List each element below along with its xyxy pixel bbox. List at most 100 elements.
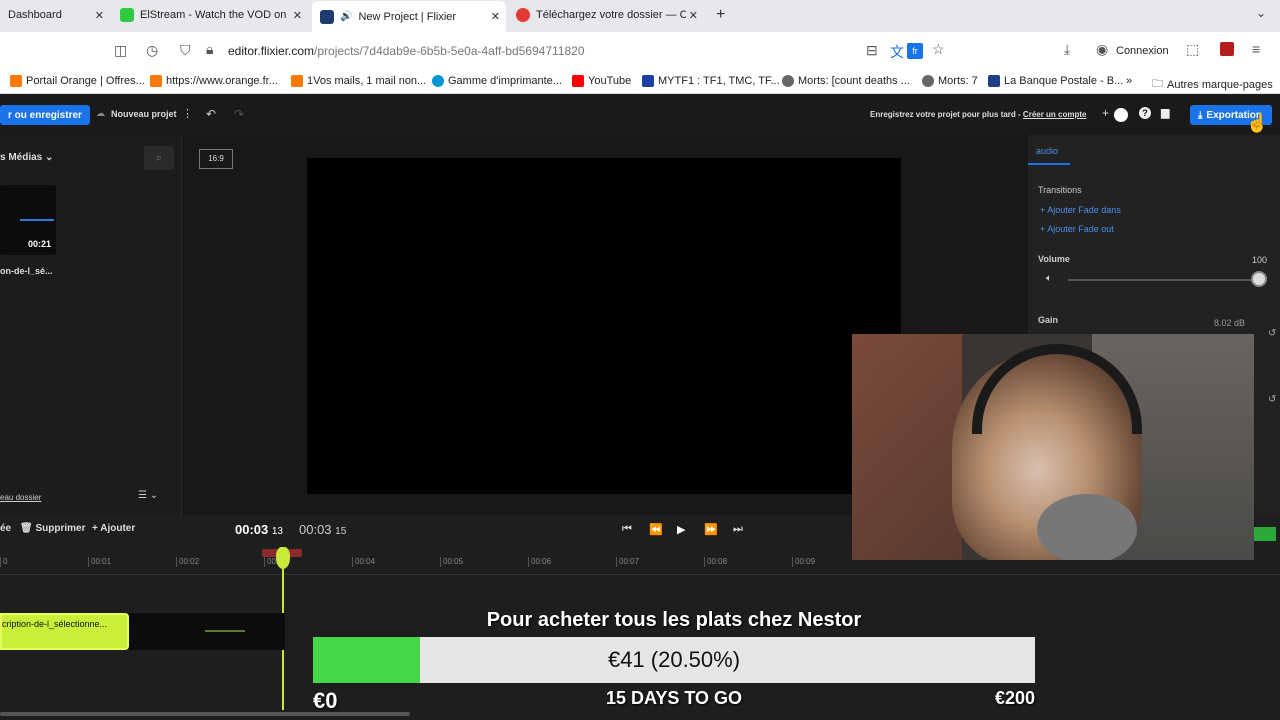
fade-out-button[interactable]: + Ajouter Fade out bbox=[1040, 224, 1114, 234]
url-field[interactable]: editor.flixier.com/projects/7d4dab9e-6b5… bbox=[228, 44, 585, 58]
download-icon[interactable]: ⤓ bbox=[1064, 41, 1070, 58]
ruler-tick-label: 00:07 bbox=[616, 557, 639, 567]
tab-telechargez[interactable]: Téléchargez votre dossier — Co ✕ bbox=[508, 0, 704, 30]
reset-icon[interactable]: ↺ bbox=[1268, 394, 1276, 405]
volume-slider-handle[interactable] bbox=[1251, 271, 1267, 287]
skip-end-icon[interactable]: ⏭ bbox=[733, 523, 743, 536]
redo-icon[interactable]: ↷ bbox=[234, 107, 244, 121]
theme-toggle-icon[interactable] bbox=[1114, 108, 1128, 122]
horizontal-scrollbar[interactable] bbox=[0, 712, 410, 716]
login-button[interactable]: Connexion bbox=[1116, 45, 1169, 57]
add-label: Ajouter bbox=[100, 523, 136, 534]
delete-button[interactable]: 🗑︎ Supprimer bbox=[20, 523, 86, 534]
bookmark-item[interactable]: La Banque Postale - B... bbox=[988, 75, 1123, 87]
translate-icon[interactable]: 文 bbox=[890, 42, 904, 62]
fade-in-button[interactable]: + Ajouter Fade dans bbox=[1040, 205, 1121, 215]
current-time: 00:03 13 bbox=[235, 522, 283, 537]
bookmark-item[interactable]: https://www.orange.fr... bbox=[150, 75, 278, 87]
media-clip-duration: 00:21 bbox=[28, 239, 52, 249]
bookmark-item[interactable]: Gamme d'imprimante... bbox=[432, 75, 562, 87]
reset-gain-icon[interactable]: ↺ bbox=[1268, 328, 1276, 339]
star-icon[interactable]: ☆ bbox=[932, 41, 945, 58]
timeline-clip[interactable]: cription-de-l_sélectionne... bbox=[0, 613, 129, 650]
media-clip-thumbnail[interactable]: 00:21 bbox=[0, 185, 56, 255]
sort-icon[interactable]: ☰ ⌄ bbox=[138, 490, 158, 501]
bookmark-item[interactable]: Portail Orange | Offres... bbox=[10, 75, 145, 87]
translate-language-badge[interactable]: fr bbox=[907, 43, 923, 59]
ublock-icon[interactable] bbox=[1220, 42, 1234, 56]
orange-bookmark-icon bbox=[10, 75, 22, 87]
extensions-icon[interactable]: ⬚ bbox=[1186, 41, 1199, 58]
orange-bookmark-icon bbox=[150, 75, 162, 87]
ruler-tick-label: 00:01 bbox=[88, 557, 111, 567]
tab-flixier[interactable]: 🔊 New Project | Flixier ✕ bbox=[312, 1, 506, 32]
brick-wall bbox=[852, 334, 962, 560]
bookmark-label: La Banque Postale - B... bbox=[1004, 75, 1124, 87]
mouse-cursor-icon: ☝ bbox=[1246, 113, 1269, 133]
search-icon[interactable]: ⌕ bbox=[144, 146, 174, 170]
undo-icon[interactable]: ↶ bbox=[206, 107, 216, 121]
more-bookmarks-chevron-icon[interactable]: » bbox=[1126, 75, 1132, 87]
bookmark-item[interactable]: MYTF1 : TF1, TMC, TF... bbox=[642, 75, 780, 87]
browser-tab-bar: Dashboard ✕ ElStream - Watch the VOD on … bbox=[0, 0, 1280, 32]
tab-dashboard[interactable]: Dashboard ✕ bbox=[0, 0, 110, 30]
close-tab-icon[interactable]: ✕ bbox=[491, 10, 500, 23]
waveform bbox=[205, 630, 245, 632]
history-icon[interactable]: ◷ bbox=[146, 42, 158, 59]
save-project-button[interactable]: r ou enregistrer bbox=[0, 105, 90, 125]
waveform bbox=[20, 219, 54, 221]
ruler-tick-label: 00:02 bbox=[176, 557, 199, 567]
volume-slider[interactable] bbox=[1068, 279, 1258, 281]
media-panel: s Médias ⌄ ⌕ 00:21 on-de-l_sé... eau dos… bbox=[0, 135, 182, 515]
help-icon[interactable]: ? bbox=[1139, 107, 1151, 119]
ruler-tick-label: 00:09 bbox=[792, 557, 815, 567]
bookmark-item[interactable]: YouTube bbox=[572, 75, 631, 87]
clip-label: cription-de-l_sélectionne... bbox=[2, 619, 108, 629]
add-collaborator-icon[interactable]: + bbox=[1102, 106, 1109, 120]
transitions-label: Transitions bbox=[1038, 185, 1082, 195]
create-account-link[interactable]: Créer un compte bbox=[1023, 110, 1087, 119]
fast-forward-icon[interactable]: ⏩ bbox=[704, 523, 718, 536]
donation-amount: €41 (20.50%) bbox=[607, 647, 741, 672]
flixier-favicon-icon bbox=[320, 9, 334, 24]
globe-bookmark-icon bbox=[782, 75, 794, 87]
app-toolbar: r ou enregistrer ☁ Nouveau projet ⋮ ↶ ↷ … bbox=[0, 95, 1280, 135]
aspect-ratio-button[interactable]: 16:9 bbox=[199, 149, 233, 169]
menu-icon[interactable]: ≡ bbox=[1252, 41, 1260, 57]
project-name[interactable]: Nouveau projet bbox=[111, 109, 177, 119]
add-button[interactable]: + Ajouter bbox=[92, 523, 135, 534]
play-icon[interactable]: ▶ bbox=[677, 523, 685, 536]
video-preview[interactable] bbox=[307, 158, 901, 494]
tab-elstream[interactable]: ElStream - Watch the VOD on K ✕ bbox=[112, 0, 308, 30]
new-tab-icon[interactable]: + bbox=[716, 6, 725, 24]
rewind-icon[interactable]: ⏪ bbox=[649, 523, 663, 536]
close-tab-icon[interactable]: ✕ bbox=[293, 9, 302, 22]
bookmark-item[interactable]: Morts: 7 bbox=[922, 75, 978, 87]
lock-icon[interactable]: 🔒︎ bbox=[206, 41, 213, 58]
reader-view-icon[interactable]: ⊟ bbox=[866, 42, 878, 59]
close-tab-icon[interactable]: ✕ bbox=[95, 9, 104, 22]
skip-start-icon[interactable]: ⏮ bbox=[622, 523, 632, 536]
donation-progress-bar: €41 (20.50%) bbox=[313, 637, 1035, 683]
chat-icon[interactable]: ▆ bbox=[1161, 106, 1169, 119]
download-icon: ⤓ bbox=[1198, 109, 1203, 121]
new-folder-link[interactable]: eau dossier bbox=[0, 493, 41, 502]
volume-label: Volume bbox=[1038, 254, 1070, 264]
tab-title: New Project | Flixier bbox=[358, 10, 457, 23]
account-icon[interactable]: ◉ bbox=[1096, 41, 1108, 58]
audio-track-clip[interactable] bbox=[129, 613, 285, 650]
fade-out-label: Ajouter Fade out bbox=[1047, 224, 1114, 234]
split-button[interactable]: ée bbox=[0, 523, 11, 534]
shield-icon[interactable]: ⛉ bbox=[180, 42, 191, 59]
tab-audio[interactable]: audio bbox=[1036, 146, 1058, 156]
close-tab-icon[interactable]: ✕ bbox=[689, 9, 698, 22]
other-bookmarks-folder[interactable]: 🗀 Autres marque-pages bbox=[1152, 75, 1273, 94]
bookmark-item[interactable]: 1Vos mails, 1 mail non... bbox=[291, 75, 426, 87]
media-header[interactable]: s Médias ⌄ bbox=[0, 152, 53, 163]
speaker-icon: 🔊 bbox=[340, 11, 353, 22]
project-menu-icon[interactable]: ⋮ bbox=[182, 107, 193, 120]
url-domain: editor.flixier.com bbox=[228, 44, 315, 58]
tab-list-chevron-icon[interactable]: ⌄ bbox=[1256, 6, 1266, 20]
screenshot-icon[interactable]: ◫ bbox=[114, 42, 127, 59]
bookmark-item[interactable]: Morts: [count deaths ... bbox=[782, 75, 910, 87]
